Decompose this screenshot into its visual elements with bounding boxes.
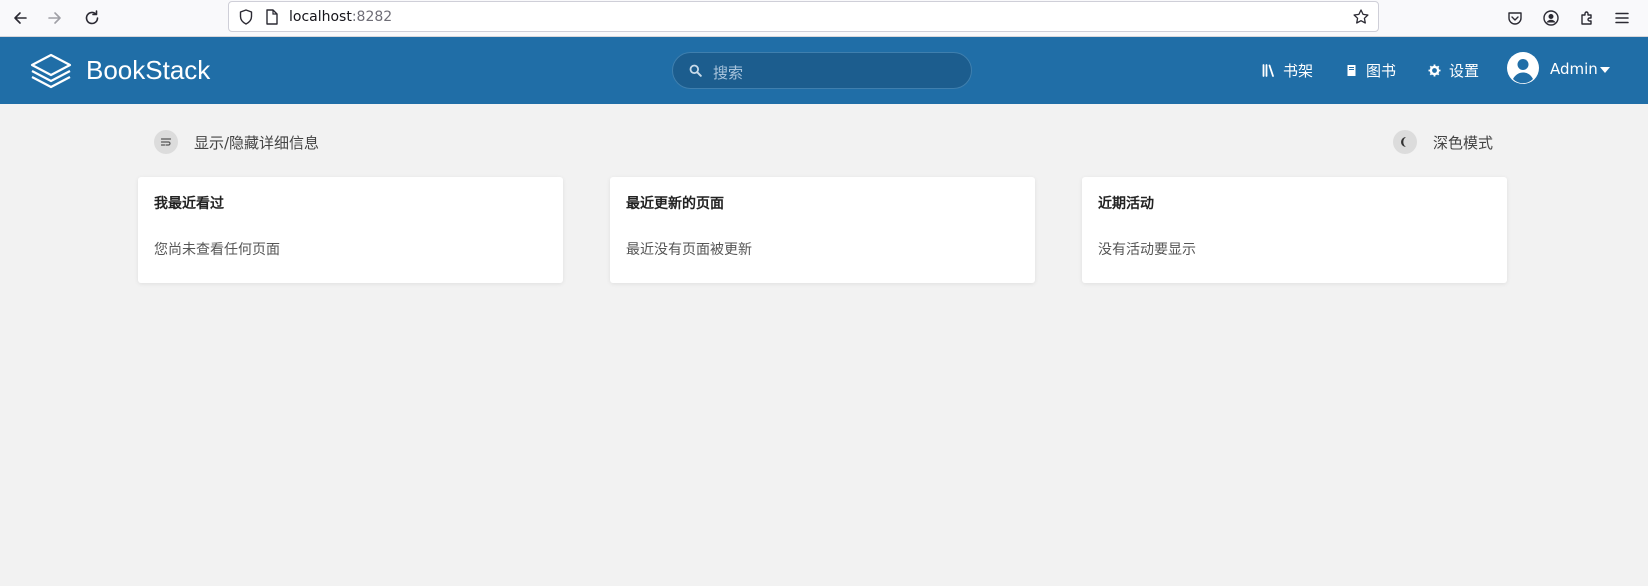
- details-toggle-icon: [154, 130, 178, 154]
- back-button[interactable]: [7, 5, 33, 31]
- search-icon: [689, 64, 702, 77]
- nav-books[interactable]: 图书: [1345, 60, 1396, 80]
- account-icon: [1543, 10, 1559, 26]
- dark-mode-button[interactable]: 深色模式: [1393, 129, 1493, 155]
- extensions-button[interactable]: [1575, 6, 1599, 30]
- pocket-button[interactable]: [1503, 6, 1527, 30]
- pocket-icon: [1508, 12, 1522, 25]
- browser-toolbar: localhost:8282: [0, 0, 1648, 37]
- address-bar[interactable]: localhost:8282: [228, 1, 1379, 32]
- chevron-down-icon[interactable]: [1600, 67, 1610, 73]
- card-empty-message: 没有活动要显示: [1098, 242, 1196, 258]
- book-icon: [1347, 64, 1356, 76]
- dark-mode-label: 深色模式: [1433, 133, 1494, 152]
- card-title[interactable]: 近期活动: [1098, 193, 1154, 213]
- url-host: localhost: [289, 9, 352, 25]
- reload-button[interactable]: [79, 5, 105, 31]
- puzzle-icon: [1581, 11, 1592, 25]
- arrow-right-icon: [48, 12, 61, 24]
- recent-activity-card: 近期活动 没有活动要显示: [1082, 177, 1507, 283]
- account-button[interactable]: [1539, 6, 1563, 30]
- bookstack-logo-icon[interactable]: [30, 51, 72, 89]
- brand-name[interactable]: BookStack: [86, 55, 210, 86]
- star-icon[interactable]: [1352, 8, 1370, 26]
- shield-icon[interactable]: [237, 8, 255, 26]
- card-empty-message: 您尚未查看任何页面: [154, 242, 280, 258]
- recently-viewed-card: 我最近看过 您尚未查看任何页面: [138, 177, 563, 283]
- toggle-details-button[interactable]: 显示/隐藏详细信息: [154, 129, 319, 155]
- forward-button[interactable]: [42, 5, 68, 31]
- menu-button[interactable]: [1610, 6, 1634, 30]
- page-icon[interactable]: [264, 8, 280, 26]
- nav-settings-label: 设置: [1449, 61, 1480, 80]
- user-menu-name[interactable]: Admin: [1550, 60, 1598, 78]
- url-port: :8282: [351, 9, 393, 25]
- card-title[interactable]: 最近更新的页面: [626, 193, 724, 213]
- avatar[interactable]: [1507, 52, 1539, 84]
- card-empty-message: 最近没有页面被更新: [626, 242, 752, 258]
- gear-icon: [1428, 64, 1441, 76]
- app-header: BookStack 搜索 书架 图书 设置 Admin: [0, 37, 1648, 104]
- moon-icon: [1393, 130, 1417, 154]
- shelves-icon: [1262, 63, 1274, 77]
- toggle-details-label: 显示/隐藏详细信息: [194, 133, 320, 152]
- nav-shelves-label: 书架: [1283, 61, 1314, 80]
- nav-shelves[interactable]: 书架: [1262, 60, 1313, 80]
- nav-books-label: 图书: [1366, 61, 1397, 80]
- reload-icon: [85, 10, 99, 25]
- hamburger-icon: [1615, 12, 1629, 24]
- search-input[interactable]: 搜索: [672, 52, 972, 89]
- card-title[interactable]: 我最近看过: [154, 193, 224, 213]
- search-placeholder: 搜索: [713, 64, 744, 82]
- url-text[interactable]: localhost:8282: [289, 9, 392, 25]
- recently-updated-pages-card: 最近更新的页面 最近没有页面被更新: [610, 177, 1035, 283]
- arrow-left-icon: [14, 12, 27, 24]
- nav-settings[interactable]: 设置: [1428, 60, 1479, 80]
